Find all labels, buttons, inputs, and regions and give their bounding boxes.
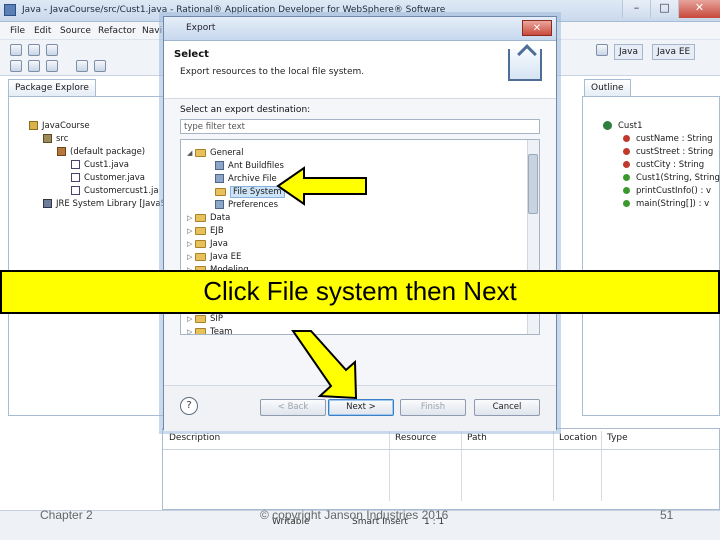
- arrow-to-next-button: [291, 330, 358, 400]
- footer-copyright: © copyright Janson Industries 2016: [260, 508, 449, 522]
- callout-arrows: [276, 166, 367, 400]
- arrow-to-file-system: [276, 166, 367, 206]
- footer-chapter: Chapter 2: [40, 508, 93, 522]
- footer-page-number: 51: [660, 508, 674, 522]
